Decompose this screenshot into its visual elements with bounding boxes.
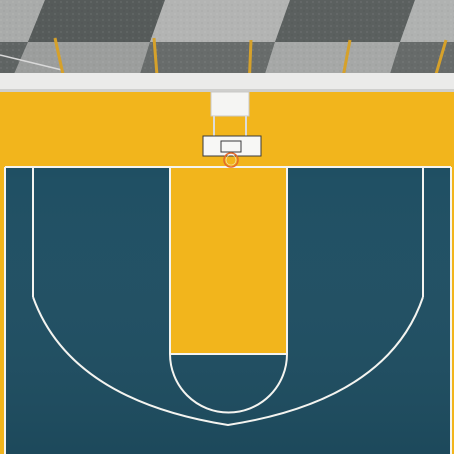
- concrete-area: [0, 0, 454, 74]
- court-photo: [0, 0, 454, 454]
- paint-area: [170, 167, 287, 354]
- court-svg: [0, 0, 454, 454]
- backboard-support: [210, 91, 250, 117]
- wall-strip: [0, 73, 454, 92]
